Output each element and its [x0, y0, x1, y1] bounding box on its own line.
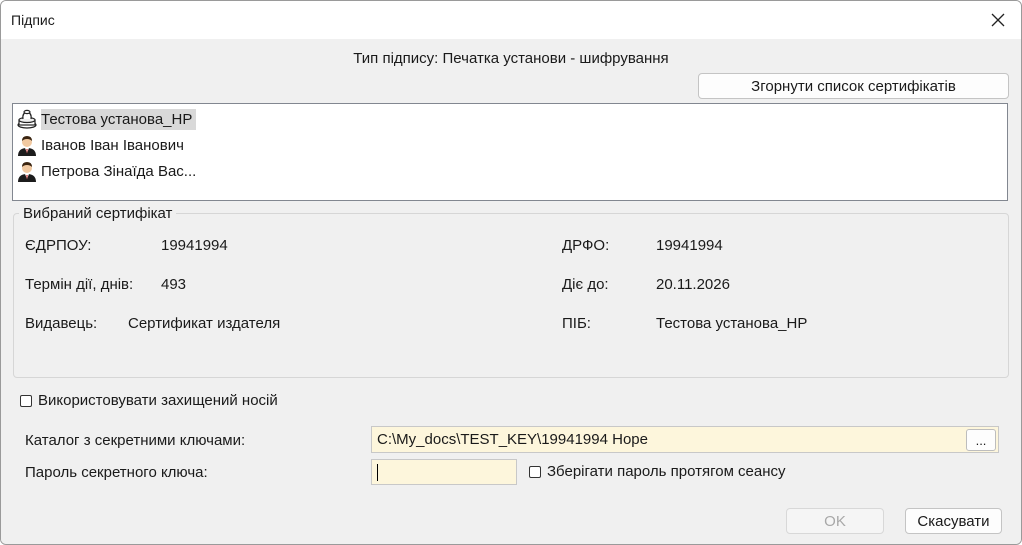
- ok-button[interactable]: OK: [786, 508, 884, 534]
- valid-until-label: Діє до:: [562, 276, 609, 293]
- title-bar: Підпис: [1, 1, 1021, 39]
- keys-catalog-value: C:\My_docs\TEST_KEY\19941994 Hope: [377, 431, 648, 448]
- valid-until-value: 20.11.2026: [656, 276, 730, 293]
- window-title: Підпис: [11, 12, 55, 28]
- issuer-value: Сертификат издателя: [128, 315, 281, 332]
- keys-catalog-label: Каталог з секретними ключами:: [25, 432, 246, 449]
- list-item-cert-0[interactable]: Тестова установа_НР: [15, 107, 197, 131]
- cancel-button[interactable]: Скасувати: [905, 508, 1002, 534]
- drfo-label: ДРФО:: [562, 237, 610, 254]
- cert-label: Тестова установа_НР: [41, 108, 197, 130]
- pib-value: Тестова установа_НР: [656, 315, 808, 332]
- cert-label: Іванов Іван Іванович: [41, 136, 184, 154]
- password-label: Пароль секретного ключа:: [25, 464, 208, 481]
- cert-label: Петрова Зінаїда Вас...: [41, 162, 197, 180]
- collapse-cert-list-button[interactable]: Згорнути список сертифікатів: [698, 73, 1009, 99]
- pib-label: ПІБ:: [562, 315, 591, 332]
- signature-dialog: Підпис Тип підпису: Печатка установи - ш…: [0, 0, 1022, 545]
- edrpou-label: ЄДРПОУ:: [25, 237, 92, 254]
- keys-catalog-field[interactable]: C:\My_docs\TEST_KEY\19941994 Hope: [371, 426, 999, 453]
- list-item-cert-1[interactable]: Іванов Іван Іванович: [15, 133, 184, 157]
- dialog-body: Тип підпису: Печатка установи - шифруван…: [1, 39, 1021, 544]
- password-input[interactable]: [371, 459, 517, 485]
- certificate-list[interactable]: Тестова установа_НР Іванов Іван Іванович: [12, 103, 1008, 201]
- close-icon: [991, 13, 1005, 27]
- seal-icon: [15, 107, 39, 131]
- person-icon: [15, 133, 39, 157]
- drfo-value: 19941994: [656, 237, 723, 254]
- secure-media-checkbox[interactable]: [20, 395, 32, 407]
- save-password-checkbox[interactable]: [529, 466, 541, 478]
- term-value: 493: [161, 276, 187, 293]
- list-item-cert-2[interactable]: Петрова Зінаїда Вас...: [15, 159, 196, 183]
- text-caret: [377, 464, 378, 481]
- secure-media-label: Використовувати захищений носій: [38, 392, 278, 409]
- issuer-label: Видавець:: [25, 315, 98, 332]
- save-password-label: Зберігати пароль протягом сеансу: [547, 463, 786, 480]
- term-label: Термін дії, днів:: [25, 276, 134, 293]
- signature-type-label: Тип підпису: Печатка установи - шифруван…: [353, 50, 669, 67]
- selected-cert-legend: Вибраний сертифікат: [19, 205, 177, 222]
- close-button[interactable]: [975, 1, 1021, 39]
- person-icon: [15, 159, 39, 183]
- edrpou-value: 19941994: [161, 237, 228, 254]
- browse-button[interactable]: ...: [966, 429, 996, 451]
